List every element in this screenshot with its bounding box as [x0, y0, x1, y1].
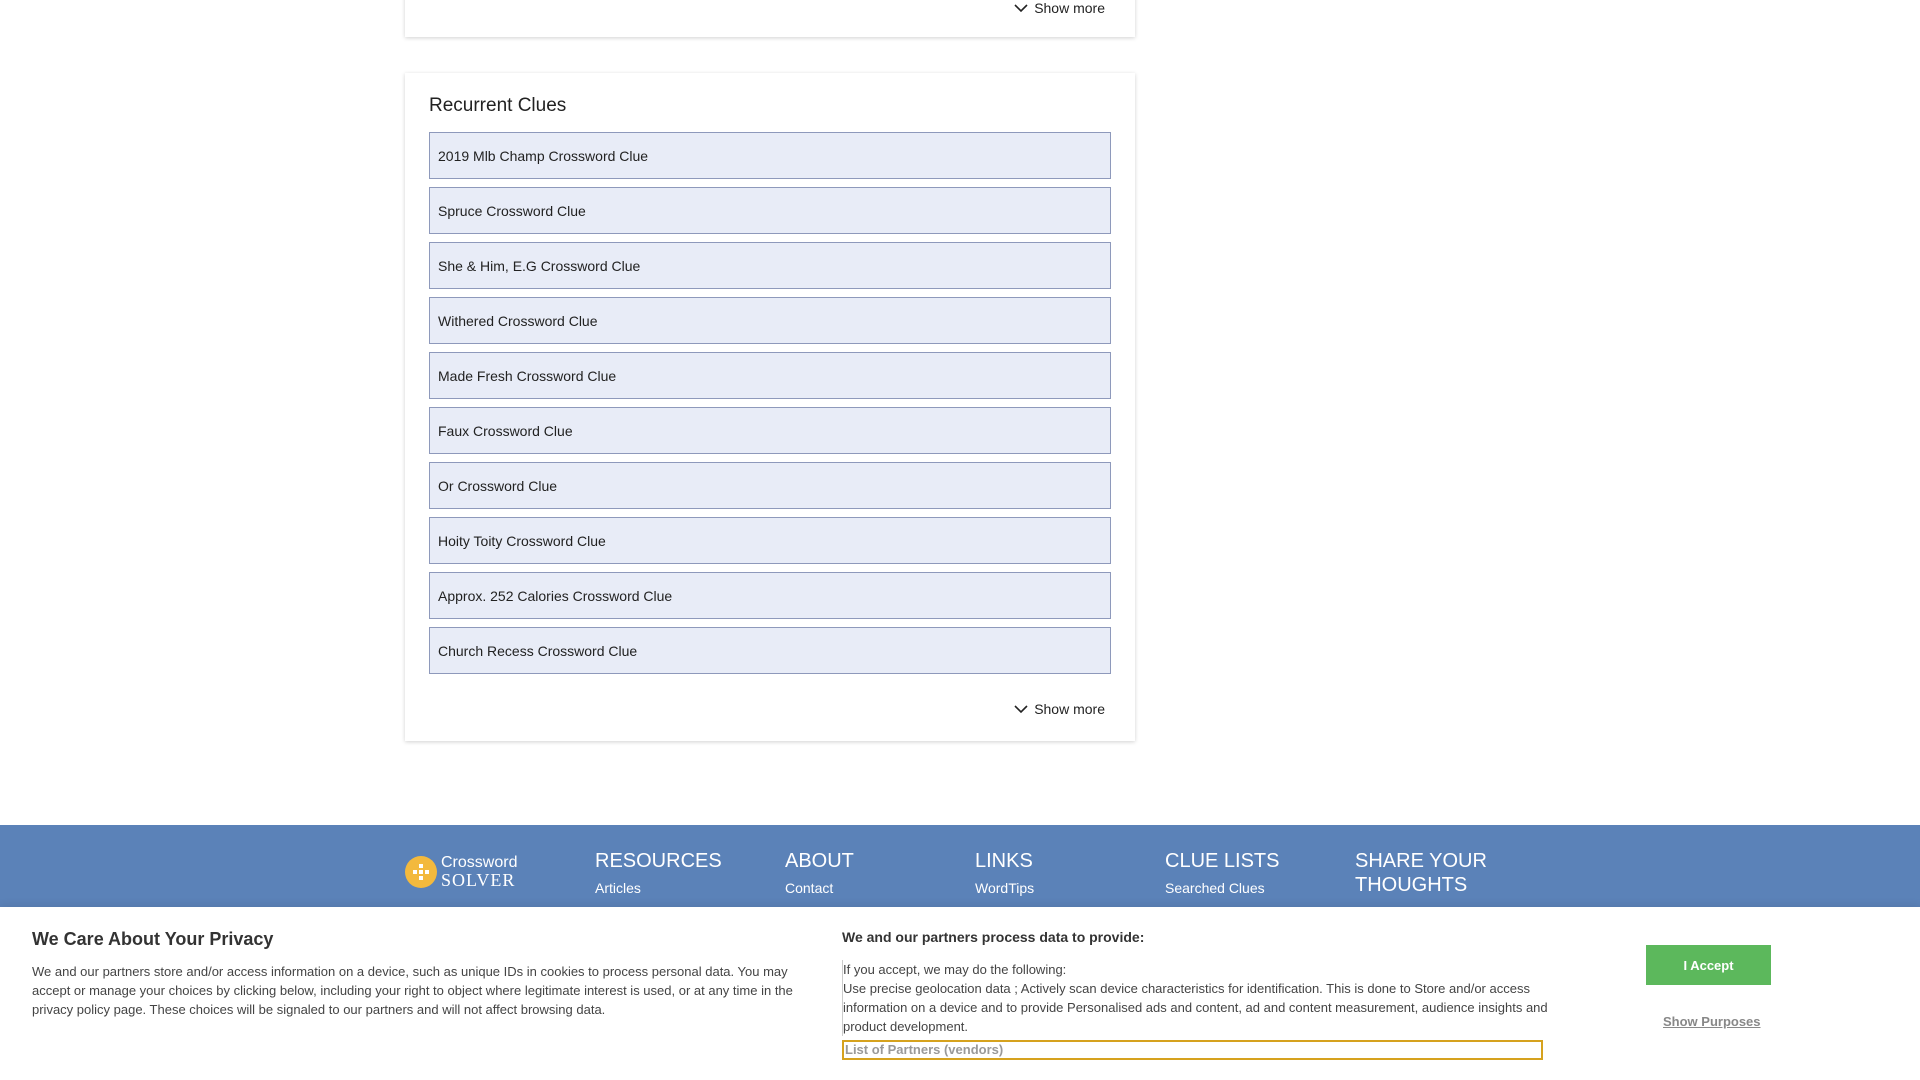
footer-logo[interactable]: Crossword SOLVER	[405, 855, 517, 889]
privacy-consent-banner: We Care About Your Privacy We and our pa…	[0, 907, 1920, 1080]
footer-heading: ABOUT	[785, 850, 854, 872]
accept-button[interactable]: I Accept	[1646, 945, 1771, 985]
show-more-button-top[interactable]: Show more	[1014, 0, 1105, 16]
show-more-label: Show more	[1034, 701, 1105, 717]
clue-item[interactable]: Spruce Crossword Clue	[429, 187, 1111, 234]
footer-link-wordtips[interactable]: WordTips	[975, 880, 1034, 896]
clue-item[interactable]: Church Recess Crossword Clue	[429, 627, 1111, 674]
consent-description: We and our partners store and/or access …	[32, 964, 793, 1017]
clue-item[interactable]: 2019 Mlb Champ Crossword Clue	[429, 132, 1111, 179]
chevron-down-icon	[1014, 705, 1028, 714]
purposes-description: Use precise geolocation data ; Actively …	[843, 981, 1548, 1034]
crossword-grid-icon	[405, 856, 437, 888]
show-more-label: Show more	[1034, 0, 1105, 16]
footer-link-articles[interactable]: Articles	[595, 880, 722, 896]
chevron-down-icon	[1014, 4, 1028, 13]
clue-item[interactable]: Hoity Toity Crossword Clue	[429, 517, 1111, 564]
footer-heading: RESOURCES	[595, 850, 722, 872]
footer-col-about: ABOUT Contact	[785, 849, 854, 896]
partners-list-link[interactable]: List of Partners (vendors)	[842, 1040, 1543, 1060]
footer-col-links: LINKS WordTips	[975, 849, 1034, 896]
clue-item[interactable]: Withered Crossword Clue	[429, 297, 1111, 344]
recurrent-clues-card: Recurrent Clues 2019 Mlb Champ Crossword…	[405, 73, 1135, 741]
footer-heading: SHARE YOUR THOUGHTS	[1355, 850, 1487, 896]
purposes-intro: If you accept, we may do the following:	[843, 962, 1067, 977]
footer-heading: CLUE LISTS	[1165, 850, 1280, 872]
purposes-list: If you accept, we may do the following: …	[842, 960, 1552, 1036]
footer-col-clue-lists: CLUE LISTS Searched Clues	[1165, 849, 1279, 896]
clue-item[interactable]: Approx. 252 Calories Crossword Clue	[429, 572, 1111, 619]
logo-text-bottom: SOLVER	[441, 870, 516, 890]
footer-link-contact[interactable]: Contact	[785, 880, 854, 896]
footer-col-share: SHARE YOUR THOUGHTS	[1355, 849, 1525, 897]
consent-title: We Care About Your Privacy	[32, 929, 274, 949]
clue-item[interactable]: Made Fresh Crossword Clue	[429, 352, 1111, 399]
show-more-button[interactable]: Show more	[1014, 701, 1105, 717]
footer-link-searched-clues[interactable]: Searched Clues	[1165, 880, 1279, 896]
section-title: Recurrent Clues	[429, 95, 567, 116]
footer-heading: LINKS	[975, 850, 1033, 872]
show-purposes-link[interactable]: Show Purposes	[1663, 1014, 1761, 1029]
logo-text-top: Crossword	[441, 854, 518, 871]
footer-col-resources: RESOURCES Articles	[595, 849, 722, 896]
clue-item[interactable]: Or Crossword Clue	[429, 462, 1111, 509]
clue-item[interactable]: Faux Crossword Clue	[429, 407, 1111, 454]
previous-card: Show more	[405, 0, 1135, 37]
purposes-title: We and our partners process data to prov…	[842, 929, 1145, 945]
clue-list: 2019 Mlb Champ Crossword Clue Spruce Cro…	[429, 132, 1111, 682]
clue-item[interactable]: She & Him, E.G Crossword Clue	[429, 242, 1111, 289]
